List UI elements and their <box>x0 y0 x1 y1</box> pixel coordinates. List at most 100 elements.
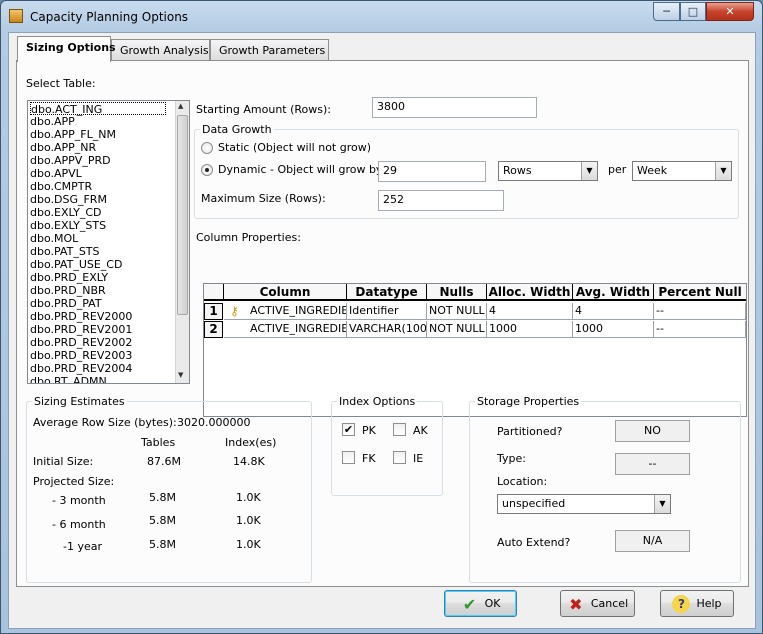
list-item[interactable]: dbo.APP_NR <box>30 141 96 154</box>
projection-indexes: 1.0K <box>236 491 261 504</box>
list-scrollbar[interactable]: ▲ ▼ <box>175 101 189 383</box>
list-item[interactable]: dbo.EXLY_CD <box>30 206 102 219</box>
data-growth-title: Data Growth <box>200 123 274 136</box>
cell-datatype[interactable]: Identifier <box>347 303 427 320</box>
static-radio[interactable] <box>201 142 213 154</box>
list-item[interactable]: dbo.PRD_NBR <box>30 284 106 297</box>
list-item[interactable]: dbo.PRD_REV2000 <box>30 310 132 323</box>
list-item[interactable]: dbo.PAT_USE_CD <box>30 258 122 271</box>
chevron-down-icon[interactable]: ▼ <box>654 495 670 513</box>
list-item[interactable]: dbo.PAT_STS <box>30 245 100 258</box>
percent-null-header[interactable]: Percent Null <box>654 284 746 301</box>
maximize-button[interactable]: □ <box>680 2 706 21</box>
dialog-window: Capacity Planning Options ─ □ ✕ Sizing O… <box>0 0 763 634</box>
cell-alloc-width[interactable]: 4 <box>487 303 573 320</box>
cell-nulls[interactable]: NOT NULL <box>427 303 487 320</box>
pk-checkbox[interactable]: ✔ <box>342 423 355 436</box>
ak-checkbox[interactable] <box>393 423 406 436</box>
row-number[interactable]: 1 <box>204 303 223 320</box>
storage-properties-group: Storage Properties Partitioned? NO Type:… <box>469 395 741 583</box>
list-item[interactable]: dbo.ACT_ING <box>30 102 166 116</box>
type-label: Type: <box>497 452 526 465</box>
list-item[interactable]: dbo.PRD_REV2004 <box>30 362 132 375</box>
title-bar[interactable]: Capacity Planning Options ─ □ ✕ <box>1 1 762 33</box>
cell-avg-width[interactable]: 4 <box>573 303 654 320</box>
list-item[interactable]: dbo.PRD_REV2002 <box>30 336 132 349</box>
partitioned-value: NO <box>615 420 690 442</box>
auto-extend-label: Auto Extend? <box>497 536 571 549</box>
list-item[interactable]: dbo.DSG_FRM <box>30 193 107 206</box>
list-item[interactable]: dbo.APP_FL_NM <box>30 128 116 141</box>
projection-label: -1 year <box>63 540 103 553</box>
location-select[interactable]: unspecified ▼ <box>497 494 671 514</box>
index-options-title: Index Options <box>337 395 418 408</box>
projection-indexes: 1.0K <box>236 538 261 551</box>
location-label: Location: <box>497 475 548 488</box>
close-button[interactable]: ✕ <box>706 2 754 21</box>
select-table-label: Select Table: <box>26 77 96 90</box>
sizing-estimates-title: Sizing Estimates <box>32 395 127 408</box>
nulls-header[interactable]: Nulls <box>427 284 487 301</box>
data-growth-group: Data Growth Static (Object will not grow… <box>194 123 739 219</box>
dynamic-label: Dynamic - Object will grow by: <box>218 163 386 176</box>
starting-amount-label: Starting Amount (Rows): <box>196 103 331 116</box>
avg-width-header[interactable]: Avg. Width <box>573 284 654 301</box>
cell-alloc-width[interactable]: 1000 <box>487 321 573 338</box>
avg-row-size-value: 3020.000000 <box>177 416 251 429</box>
table-listbox[interactable]: dbo.ACT_ING dbo.APP dbo.APP_FL_NM dbo.APP_N… <box>27 100 190 384</box>
list-item[interactable]: dbo.PRD_REV2003 <box>30 349 132 362</box>
chevron-down-icon[interactable]: ▼ <box>581 162 597 180</box>
help-button[interactable]: ? Help <box>660 590 734 617</box>
ie-checkbox[interactable] <box>393 451 406 464</box>
alloc-width-header[interactable]: Alloc. Width <box>487 284 573 301</box>
ak-label: AK <box>413 424 428 437</box>
cell-avg-width[interactable]: 1000 <box>573 321 654 338</box>
list-item[interactable]: dbo.EXLY_STS <box>30 219 106 232</box>
cell-column[interactable]: ACTIVE_INGREDIE <box>224 321 347 338</box>
initial-size-tables: 87.6M <box>147 455 181 468</box>
cell-datatype[interactable]: VARCHAR(1000 <box>347 321 427 338</box>
tab-sizing-options[interactable]: Sizing Options <box>17 36 116 62</box>
tab-growth-analysis[interactable]: Growth Analysis <box>111 39 210 61</box>
list-item[interactable]: dbo.PRD_REV2001 <box>30 323 132 336</box>
minimize-button[interactable]: ─ <box>653 2 680 21</box>
projection-tables: 5.8M <box>149 538 176 551</box>
table-row-cell[interactable]: ⚷ ACTIVE_INGREDIE <box>224 303 347 320</box>
cell-nulls[interactable]: NOT NULL <box>427 321 487 338</box>
ok-label: OK <box>484 597 501 610</box>
cancel-label: Cancel <box>590 597 629 610</box>
cell-percent-null[interactable]: -- <box>654 303 746 320</box>
cell-percent-null[interactable]: -- <box>654 321 746 338</box>
list-item[interactable]: dbo.MOL <box>30 232 78 245</box>
chevron-down-icon[interactable]: ▼ <box>715 162 731 180</box>
datatype-header[interactable]: Datatype <box>347 284 427 301</box>
growth-unit-select[interactable]: Rows ▼ <box>498 161 598 181</box>
list-item[interactable]: dbo.CMPTR <box>30 180 92 193</box>
row-number[interactable]: 2 <box>204 321 223 338</box>
max-size-input[interactable]: 252 <box>378 190 504 211</box>
growth-period-select[interactable]: Week ▼ <box>632 161 732 181</box>
cancel-button[interactable]: ✖ Cancel <box>560 590 635 617</box>
scroll-thumb[interactable] <box>177 115 188 315</box>
list-item[interactable]: dbo.APP <box>30 115 75 128</box>
dynamic-radio[interactable] <box>201 164 213 176</box>
list-item[interactable]: dbo.PRD_PAT <box>30 297 102 310</box>
checkmark-icon: ✔ <box>462 594 477 614</box>
index-options-group: Index Options ✔ PK AK FK IE <box>331 395 443 496</box>
per-label: per <box>608 163 627 176</box>
list-item[interactable]: dbo.PRD_EXLY <box>30 271 108 284</box>
fk-checkbox[interactable] <box>342 451 355 464</box>
list-item[interactable]: dbo.RT_ADMN <box>30 375 107 383</box>
list-item[interactable]: dbo.APPV_PRD <box>30 154 111 167</box>
starting-amount-input[interactable]: 3800 <box>372 97 537 118</box>
tab-growth-parameters[interactable]: Growth Parameters <box>210 39 329 61</box>
ok-button[interactable]: ✔ OK <box>444 590 517 617</box>
projection-indexes: 1.0K <box>236 514 261 527</box>
column-header[interactable]: Column <box>224 284 347 301</box>
grow-by-input[interactable]: 29 <box>378 161 486 182</box>
column-properties-label: Column Properties: <box>196 231 301 244</box>
list-item[interactable]: dbo.APVL <box>30 167 82 180</box>
help-icon: ? <box>672 595 691 613</box>
scroll-up-icon[interactable]: ▲ <box>178 102 183 110</box>
scroll-down-icon[interactable]: ▼ <box>178 371 183 379</box>
